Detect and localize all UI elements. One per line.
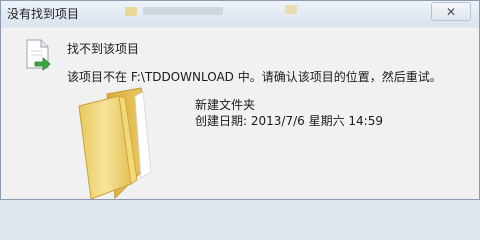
dialog-window: 没有找到项目 ✕ 找不到该项目 该项目不在 F:\TDDOWNLOAD 中。请确… [0, 0, 480, 200]
window-title: 没有找到项目 [7, 7, 80, 21]
dialog-content: 找不到该项目 该项目不在 F:\TDDOWNLOAD 中。请确认该项目的位置，然… [1, 28, 479, 199]
close-button[interactable]: ✕ [431, 2, 471, 21]
date-separator: : [243, 114, 251, 128]
title-bar[interactable]: 没有找到项目 ✕ [1, 1, 479, 27]
close-icon: ✕ [445, 4, 457, 19]
background-folder-icon [125, 7, 137, 16]
item-name: 新建文件夹 [195, 98, 256, 112]
error-message: 该项目不在 F:\TDDOWNLOAD 中。请确认该项目的位置，然后重试。 [67, 70, 442, 84]
dialog-heading: 找不到该项目 [67, 42, 140, 56]
folder-icon [78, 87, 152, 199]
date-label: 创建日期 [195, 114, 244, 128]
background-blur [143, 7, 223, 15]
item-date: 创建日期: 2013/7/6 星期六 14:59 [195, 112, 383, 129]
date-value: 2013/7/6 星期六 14:59 [250, 114, 383, 128]
background-folder-icon [285, 5, 297, 14]
document-arrow-icon [26, 39, 51, 71]
